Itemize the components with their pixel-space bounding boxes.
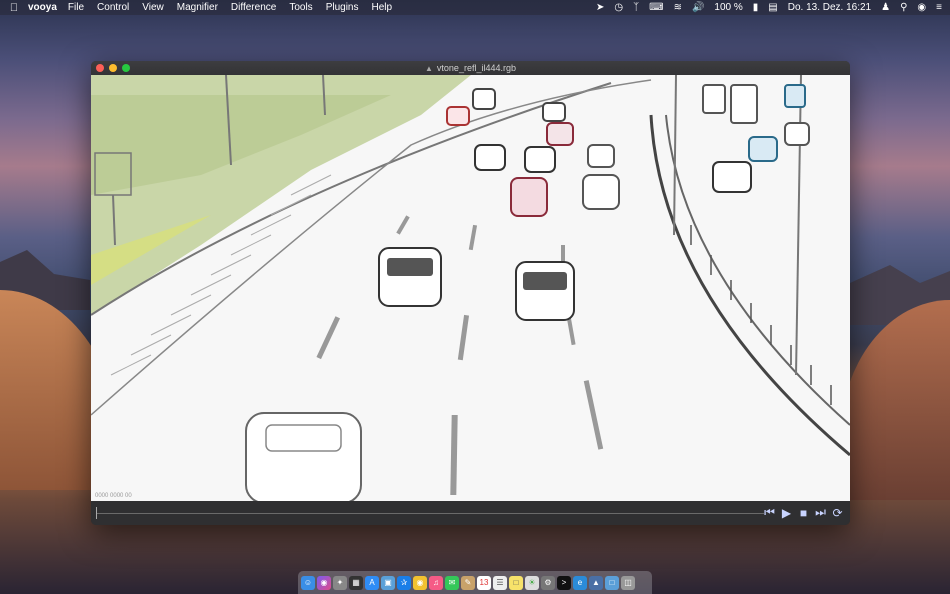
location-icon[interactable]: ➤ — [596, 2, 604, 13]
safari-icon[interactable]: ✰ — [397, 575, 411, 590]
dune-right — [840, 300, 950, 500]
trash-icon[interactable]: ◫ — [621, 575, 635, 590]
edge-icon[interactable]: e — [573, 575, 587, 590]
finder-icon[interactable]: ☺ — [301, 575, 315, 590]
menu-file[interactable]: File — [68, 2, 84, 13]
menu-magnifier[interactable]: Magnifier — [177, 2, 218, 13]
close-button[interactable] — [96, 64, 104, 72]
display-icon[interactable]: ▤ — [768, 2, 777, 13]
siri-icon[interactable]: ◉ — [917, 2, 926, 13]
stickies-icon[interactable]: □ — [509, 575, 523, 590]
vooya-window: ▲ vtone_refl_il444.rgb 0000 0000 00 ⏮ ▶ … — [91, 61, 850, 525]
menu-control[interactable]: Control — [97, 2, 129, 13]
time-machine-icon[interactable]: ◷ — [614, 2, 623, 13]
notification-center-icon[interactable]: ≡ — [936, 2, 942, 13]
keyboard-icon[interactable]: ⌨ — [649, 2, 663, 13]
rewind-icon[interactable]: ⏮ — [763, 505, 776, 520]
coordinate-readout: 0000 0000 00 — [95, 493, 132, 499]
document-icon: ▲ — [425, 63, 433, 73]
window-title: vtone_refl_il444.rgb — [436, 63, 516, 73]
timeline-handle[interactable] — [96, 507, 97, 519]
battery-percent: 100 % — [714, 2, 743, 13]
calendar-icon[interactable]: 13 — [477, 575, 491, 590]
title-bar[interactable]: ▲ vtone_refl_il444.rgb — [91, 61, 850, 75]
timeline-scrubber[interactable] — [96, 513, 764, 514]
folder-icon[interactable]: □ — [605, 575, 619, 590]
chrome-icon[interactable]: ◉ — [413, 575, 427, 590]
play-icon[interactable]: ▶ — [780, 506, 793, 520]
user-icon[interactable]: ♟ — [881, 2, 890, 13]
bluetooth-icon[interactable]: ᛉ — [633, 2, 639, 13]
playback-controls: ⏮ ▶ ■ ⏭ ⟳ — [91, 501, 850, 525]
apple-menu-icon[interactable]:  — [0, 2, 28, 14]
menu-help[interactable]: Help — [372, 2, 393, 13]
terminal-icon[interactable]: > — [557, 575, 571, 590]
spotlight-search-icon[interactable]: ⚲ — [900, 2, 907, 13]
system-prefs-icon[interactable]: ⚙ — [541, 575, 555, 590]
dock: ☺ ◉ ✦ ▦ A ▣ ✰ ◉ ♫ ✉ ✎ 13 ☰ □ ☀ ⚙ > e ▲ □… — [298, 571, 652, 594]
appstore-icon[interactable]: A — [365, 575, 379, 590]
battery-icon[interactable]: ▮ — [753, 2, 759, 13]
zoom-button[interactable] — [122, 64, 130, 72]
launchpad-icon[interactable]: ✦ — [333, 575, 347, 590]
preview-icon[interactable]: ▣ — [381, 575, 395, 590]
notes-icon[interactable]: ✎ — [461, 575, 475, 590]
menu-view[interactable]: View — [142, 2, 164, 13]
loop-icon[interactable]: ⟳ — [831, 506, 844, 520]
minimize-button[interactable] — [109, 64, 117, 72]
stop-icon[interactable]: ■ — [797, 506, 810, 520]
vooya-icon[interactable]: ▲ — [589, 575, 603, 590]
wifi-icon[interactable]: ≋ — [674, 2, 682, 13]
messages-icon[interactable]: ✉ — [445, 575, 459, 590]
fast-forward-icon[interactable]: ⏭ — [814, 505, 827, 520]
textedit-icon[interactable]: ☰ — [493, 575, 507, 590]
highway-image — [91, 75, 850, 501]
video-frame[interactable]: 0000 0000 00 — [91, 75, 850, 501]
menu-tools[interactable]: Tools — [289, 2, 312, 13]
volume-icon[interactable]: 🔊 — [692, 2, 704, 13]
menu-difference[interactable]: Difference — [231, 2, 276, 13]
music-icon[interactable]: ♫ — [429, 575, 443, 590]
siri-icon[interactable]: ◉ — [317, 575, 331, 590]
clock[interactable]: Do. 13. Dez. 16:21 — [788, 2, 871, 13]
photos-icon[interactable]: ☀ — [525, 575, 539, 590]
menu-bar:  vooya File Control View Magnifier Diff… — [0, 0, 950, 15]
menu-plugins[interactable]: Plugins — [326, 2, 359, 13]
app-menu[interactable]: vooya — [28, 2, 57, 13]
grid-icon[interactable]: ▦ — [349, 575, 363, 590]
